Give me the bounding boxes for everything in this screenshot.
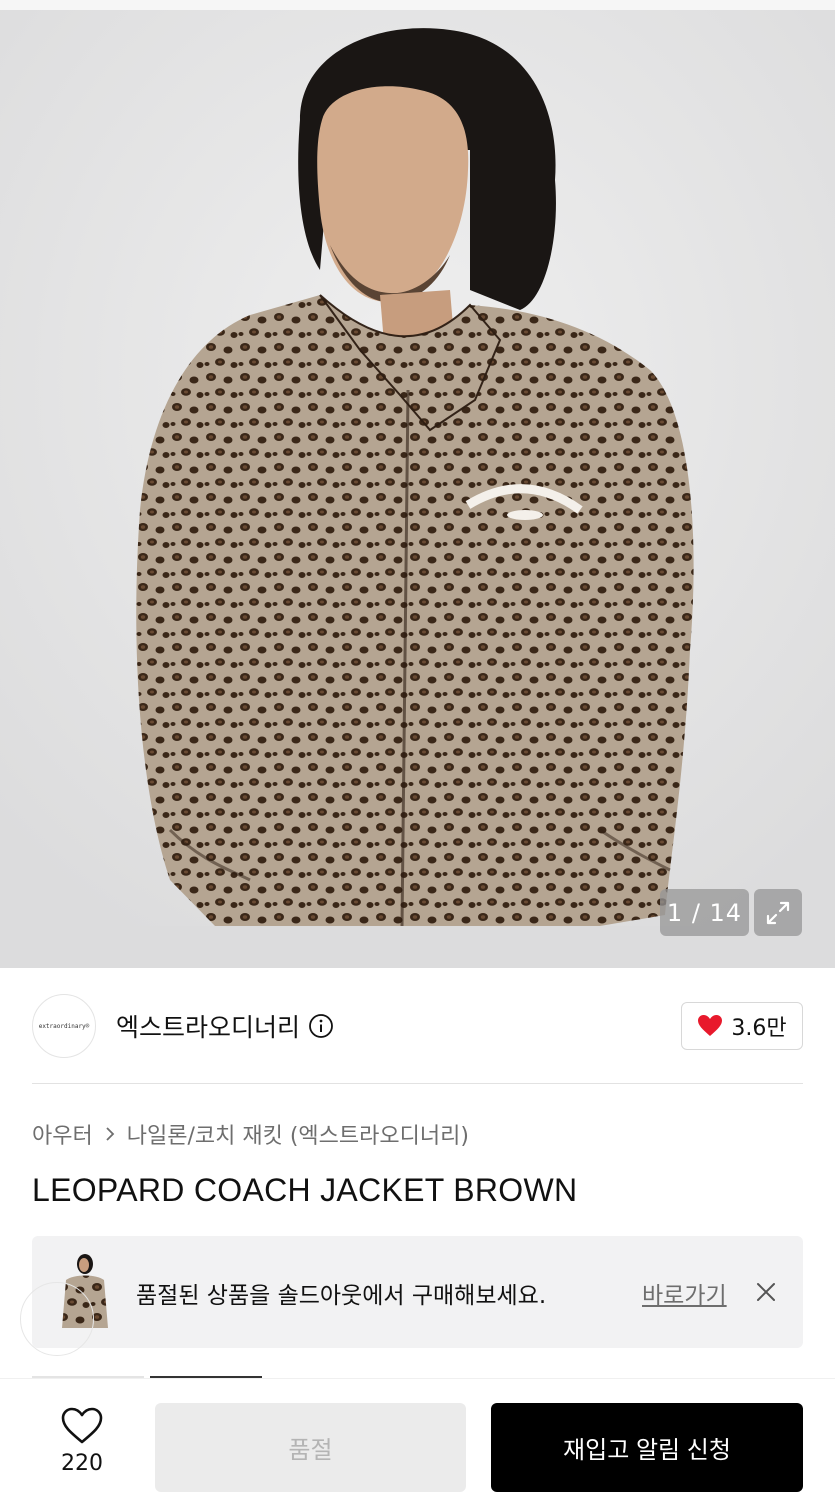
bottom-action-bar: 220 품절 재입고 알림 신청 <box>0 1378 835 1500</box>
wishlist-button[interactable]: 220 <box>48 1407 116 1487</box>
chevron-right-icon <box>106 1127 115 1141</box>
brand-logo[interactable]: extraordinary® <box>32 994 96 1058</box>
product-title: LEOPARD COACH JACKET BROWN <box>32 1172 578 1208</box>
breadcrumb-subcategory[interactable]: 나일론/코치 재킷 (엑스트라오디너리) <box>127 1118 469 1150</box>
brand-row: extraordinary® 엑스트라오디너리 3.6만 <box>32 994 803 1058</box>
image-pager: 1 / 14 <box>660 889 749 936</box>
breadcrumb: 아우터 나일론/코치 재킷 (엑스트라오디너리) <box>32 1118 469 1150</box>
breadcrumb-category[interactable]: 아우터 <box>32 1118 93 1150</box>
soldout-button: 품절 <box>155 1403 466 1492</box>
product-photo <box>0 10 835 926</box>
close-icon[interactable] <box>754 1280 778 1304</box>
restock-alert-button[interactable]: 재입고 알림 신청 <box>491 1403 803 1492</box>
heart-outline-icon <box>61 1407 103 1444</box>
info-icon[interactable] <box>308 1013 334 1039</box>
soldout-banner: 품절된 상품을 솔드아웃에서 구매해보세요. 바로가기 <box>32 1236 803 1348</box>
soldout-banner-message: 품절된 상품을 솔드아웃에서 구매해보세요. <box>136 1283 547 1309</box>
wishlist-count: 220 <box>61 1451 103 1476</box>
brand-logo-text: extraordinary® <box>38 1022 90 1030</box>
expand-icon <box>766 901 790 924</box>
product-image-gallery[interactable]: 1 / 14 <box>0 0 835 968</box>
brand-like-count: 3.6만 <box>731 1016 787 1041</box>
soldout-banner-link[interactable]: 바로가기 <box>642 1276 727 1310</box>
heart-filled-icon <box>698 1015 723 1036</box>
floating-circle-button[interactable] <box>20 1282 94 1356</box>
section-divider <box>32 1083 803 1084</box>
expand-button[interactable] <box>754 889 802 936</box>
brand-like-button[interactable]: 3.6만 <box>681 1002 803 1050</box>
gallery-top-strip <box>0 0 835 10</box>
brand-name[interactable]: 엑스트라오디너리 <box>116 1008 300 1044</box>
